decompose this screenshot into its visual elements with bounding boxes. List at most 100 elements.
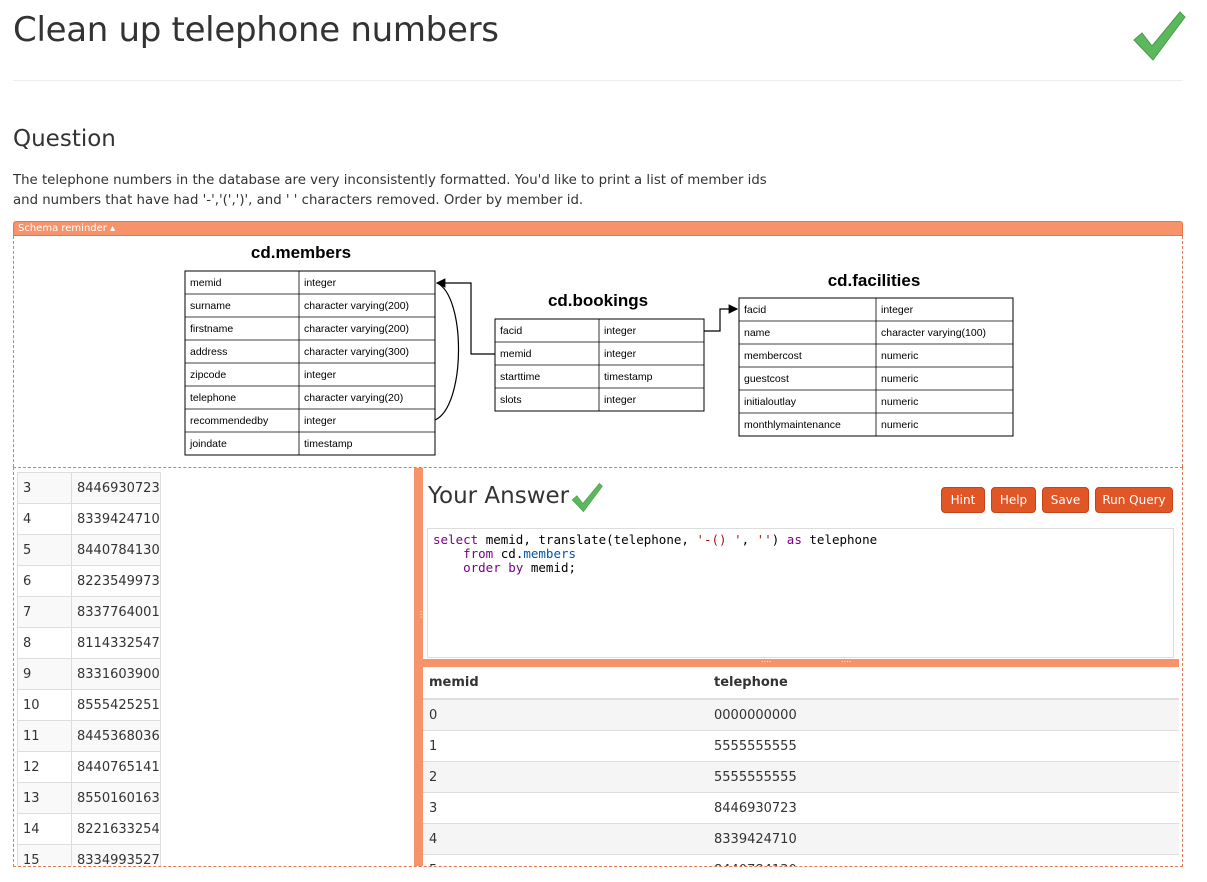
- schema-column-name: facid: [744, 304, 766, 316]
- table-row: 14 8221633254: [17, 813, 161, 845]
- table-row: 9 8331603900: [17, 658, 161, 690]
- schema-column-name: initialoutlay: [744, 396, 797, 408]
- telephone-cell: 8440784130: [71, 534, 161, 566]
- telephone-cell: 8334993527: [71, 844, 161, 866]
- schema-column-name: zipcode: [190, 369, 226, 381]
- column-header: memid: [423, 667, 708, 700]
- memid-cell: 6: [17, 565, 72, 597]
- telephone-cell: 8114332547: [71, 627, 161, 659]
- schema-column-type: character varying(200): [304, 323, 409, 335]
- table-row: 58440784130: [423, 854, 1179, 866]
- telephone-cell: 8331603900: [71, 658, 161, 690]
- schema-column-type: numeric: [881, 373, 918, 385]
- hint-button[interactable]: Hint: [941, 487, 985, 513]
- schema-column-type: numeric: [881, 396, 918, 408]
- schema-column-type: integer: [304, 369, 337, 381]
- schema-column-name: telephone: [190, 392, 236, 404]
- telephone-cell: 8555425251: [71, 689, 161, 721]
- schema-table-title: cd.bookings: [548, 291, 648, 310]
- schema-column-type: timestamp: [604, 371, 653, 383]
- schema-column-name: firstname: [190, 323, 233, 335]
- schema-column-type: character varying(20): [304, 392, 403, 404]
- checkmark-icon: [571, 482, 603, 513]
- table-row: 12 8440765141: [17, 751, 161, 783]
- help-button[interactable]: Help: [991, 487, 1036, 513]
- column-header: telephone: [708, 667, 1179, 700]
- telephone-cell: 8440784130: [708, 854, 1179, 866]
- table-row: 4 8339424710: [423, 823, 1179, 855]
- telephone-cell: 8221633254: [71, 813, 161, 845]
- table-row: 2 5555555555: [423, 761, 1179, 793]
- table-row: 7 8337764001: [17, 596, 161, 628]
- telephone-cell: 5555555555: [708, 761, 1179, 793]
- save-button[interactable]: Save: [1042, 487, 1089, 513]
- relation-arrow: [435, 278, 495, 355]
- question-heading: Question: [13, 126, 116, 152]
- schema-column-name: memid: [190, 277, 222, 289]
- schema-column-type: integer: [604, 394, 637, 406]
- memid-cell: 7: [17, 596, 72, 628]
- query-code[interactable]: select memid, translate(telephone, '-() …: [428, 529, 1173, 579]
- table-row: 58440784130: [17, 534, 161, 566]
- page-title: Clean up telephone numbers: [13, 10, 499, 50]
- table-row: 13 8550160163: [17, 782, 161, 814]
- memid-cell: 1: [423, 730, 708, 762]
- schema-column-name: joindate: [189, 438, 227, 450]
- vertical-splitter[interactable]: ⋮: [414, 468, 425, 866]
- schema-column-name: memid: [500, 348, 532, 360]
- schema-column-name: name: [744, 327, 770, 339]
- table-row: 10 8555425251: [17, 689, 161, 721]
- schema-column-name: facid: [500, 325, 522, 337]
- schema-column-type: character varying(200): [304, 300, 409, 312]
- memid-cell: 3: [423, 792, 708, 824]
- memid-cell: 4: [17, 503, 72, 535]
- schema-diagram-panel: cd.members memid integer surname character v…: [13, 236, 1183, 467]
- schema-column-name: surname: [190, 300, 231, 312]
- table-row: 0 0000000000: [423, 698, 1179, 731]
- table-row: 4 8339424710: [17, 503, 161, 535]
- schema-column-type: timestamp: [304, 438, 353, 450]
- schema-column-type: integer: [304, 415, 337, 427]
- relation-arrow: [704, 304, 739, 332]
- schema-column-type: character varying(300): [304, 346, 409, 358]
- memid-cell: 2: [423, 761, 708, 793]
- expected-results-table: 3 8446930723 4 8339424710 5 8440784130 6 822354…: [17, 472, 161, 866]
- telephone-cell: 8550160163: [71, 782, 161, 814]
- run-query-button[interactable]: Run Query: [1095, 487, 1173, 513]
- table-row: 3 8446930723: [17, 472, 161, 504]
- table-row: 6 8223549973: [17, 565, 161, 597]
- table-row: 11 8445368036: [17, 720, 161, 752]
- schema-column-name: slots: [500, 394, 522, 406]
- schema-table-title: cd.facilities: [828, 271, 921, 290]
- memid-cell: 8: [17, 627, 72, 659]
- schema-column-name: monthlymaintenance: [744, 419, 841, 431]
- schema-column-name: recommendedby: [190, 415, 269, 427]
- answer-heading: Your Answer: [428, 483, 570, 509]
- telephone-cell: 8446930723: [71, 472, 161, 504]
- table-row: 3 8446930723: [423, 792, 1179, 824]
- query-results-pane: memid telephone 0 0000000000 1 5555555555 2 5…: [423, 667, 1179, 866]
- question-text: The telephone numbers in the database ar…: [13, 173, 767, 208]
- memid-cell: 15: [17, 844, 72, 866]
- memid-cell: 13: [17, 782, 72, 814]
- schema-reminder-toggle[interactable]: Schema reminder ▴: [13, 221, 1183, 236]
- schema-column-name: membercost: [744, 350, 802, 362]
- telephone-cell: 8339424710: [708, 823, 1179, 855]
- checkmark-icon: [1133, 11, 1186, 61]
- schema-diagram: cd.members memid integer surname character v…: [184, 243, 1014, 456]
- telephone-cell: 5555555555: [708, 730, 1179, 762]
- table-row: 15 8334993527: [17, 844, 161, 866]
- schema-column-name: address: [190, 346, 227, 358]
- schema-column-type: numeric: [881, 350, 918, 362]
- memid-cell: 11: [17, 720, 72, 752]
- table-row: 1 5555555555: [423, 730, 1179, 762]
- telephone-cell: 8440765141: [71, 751, 161, 783]
- telephone-cell: 0000000000: [708, 698, 1179, 731]
- memid-cell: 10: [17, 689, 72, 721]
- schema-column-type: integer: [881, 304, 914, 316]
- horizontal-splitter[interactable]: .... ....: [423, 655, 1179, 667]
- memid-cell: 4: [423, 823, 708, 855]
- query-editor[interactable]: select memid, translate(telephone, '-() …: [427, 528, 1174, 658]
- telephone-cell: 8445368036: [71, 720, 161, 752]
- telephone-cell: 8446930723: [708, 792, 1179, 824]
